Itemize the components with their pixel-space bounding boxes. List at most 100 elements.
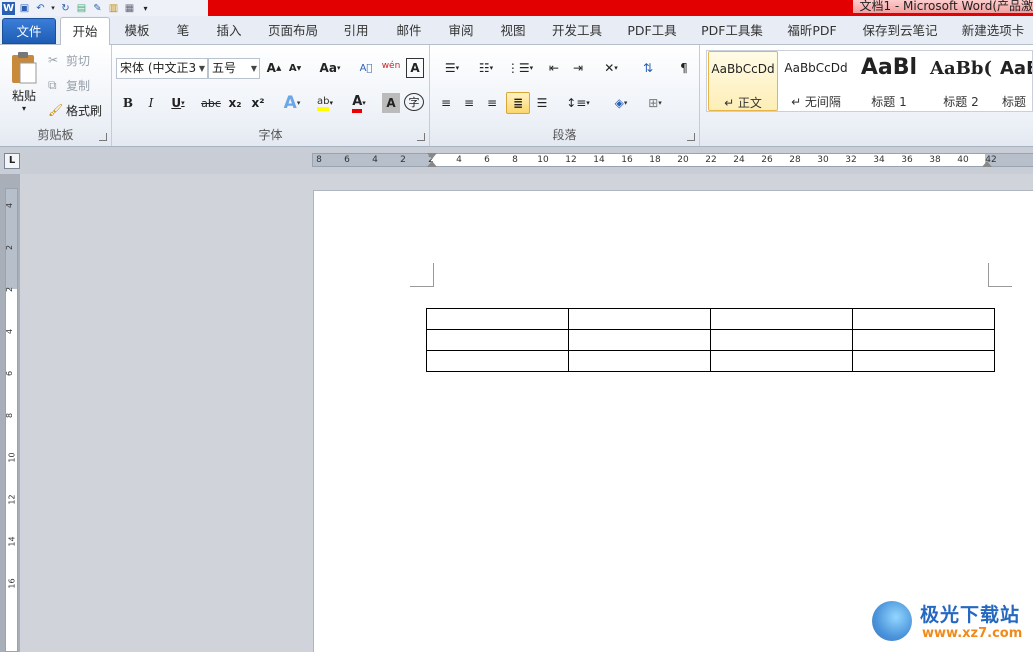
subscript-button[interactable]: x₂ — [225, 93, 245, 113]
distribute-icon[interactable]: ☰ — [532, 93, 552, 113]
character-shading-icon[interactable]: A — [382, 93, 400, 113]
tab-pdf-tools[interactable]: PDF工具 — [620, 17, 684, 45]
watermark-logo — [872, 601, 912, 641]
superscript-button[interactable]: x² — [248, 93, 268, 113]
grow-font-button[interactable]: A ▲ — [264, 58, 284, 78]
strikethrough-button[interactable]: abc — [200, 93, 222, 113]
tab-foxit-pdf[interactable]: 福昕PDF — [780, 17, 844, 45]
style-heading-1[interactable]: AaBl 标题 1 — [854, 51, 924, 111]
highlight-button[interactable]: ab ▾ — [310, 93, 340, 113]
bullets-icon[interactable]: ☰ ▾ — [438, 58, 466, 78]
multilevel-list-icon[interactable]: ⋮☰ ▾ — [506, 58, 534, 78]
paste-dropdown-icon[interactable]: ▾ — [18, 103, 30, 113]
undo-icon[interactable]: ↶ — [34, 2, 47, 15]
vertical-ruler[interactable]: 4 2 2 4 6 8 10 12 14 16 — [5, 188, 18, 652]
font-color-button[interactable]: A ▾ — [344, 93, 374, 113]
font-launcher-icon[interactable] — [417, 133, 425, 141]
enclose-characters-button[interactable]: 字 — [404, 93, 424, 111]
underline-button[interactable]: U ▾ — [164, 93, 192, 113]
style-sample: AaBbCcDd — [711, 62, 775, 76]
tab-pen[interactable]: 笔 — [168, 17, 198, 45]
align-right-icon[interactable]: ≡ — [482, 93, 502, 113]
font-name-select[interactable]: 宋体 (中文正3 ▼ — [116, 58, 208, 79]
text-effects-button[interactable]: A ▾ — [278, 93, 306, 113]
table-cell[interactable] — [568, 350, 711, 372]
style-title[interactable]: AaB 标题 — [998, 51, 1032, 111]
table-cell[interactable] — [426, 350, 569, 372]
image-icon[interactable]: ▥ — [107, 2, 120, 15]
tab-template[interactable]: 模板 — [117, 17, 157, 45]
numbering-icon[interactable]: ☷ ▾ — [472, 58, 500, 78]
style-name: 标题 1 — [871, 95, 907, 109]
align-left-icon[interactable]: ≡ — [436, 93, 456, 113]
horizontal-ruler[interactable]: 8 6 4 2 2 4 6 8 10 12 14 16 18 20 22 24 26 28 30 32 34 36 38 40… — [312, 153, 1033, 167]
tab-insert[interactable]: 插入 — [208, 17, 250, 45]
borders-icon[interactable]: ⊞ ▾ — [640, 93, 670, 113]
paragraph-launcher-icon[interactable] — [687, 133, 695, 141]
table-cell[interactable] — [568, 329, 711, 351]
paste-button[interactable]: 粘贴 — [4, 87, 44, 103]
ruler-tick-label: 14 — [593, 155, 605, 165]
chinese-layout-icon[interactable]: ✕ ▾ — [596, 58, 626, 78]
dropdown-icon[interactable]: ▾ — [50, 2, 56, 15]
table-cell[interactable] — [710, 329, 853, 351]
tab-developer[interactable]: 开发工具 — [544, 17, 610, 45]
bold-button[interactable]: B — [118, 93, 138, 113]
edit-icon[interactable]: ✎ — [91, 2, 104, 15]
tab-review[interactable]: 审阅 — [440, 17, 482, 45]
show-marks-icon[interactable]: ¶ — [674, 58, 694, 78]
style-normal[interactable]: AaBbCcDd ↵ 正文 — [708, 51, 778, 111]
table-cell[interactable] — [426, 308, 569, 330]
save-icon[interactable]: ▣ — [18, 2, 31, 15]
style-heading-2[interactable]: AaBb( 标题 2 — [926, 51, 996, 111]
change-case-button[interactable]: Aa ▾ — [316, 58, 344, 78]
paste-icon[interactable] — [6, 49, 42, 89]
customize-icon[interactable]: ▾ — [139, 2, 152, 15]
tab-view[interactable]: 视图 — [492, 17, 534, 45]
table-cell[interactable] — [852, 308, 995, 330]
decrease-indent-icon[interactable]: ⇤ — [544, 58, 564, 78]
clear-format-icon[interactable]: A⃠ — [356, 58, 376, 78]
increase-indent-icon[interactable]: ⇥ — [568, 58, 588, 78]
align-center-icon[interactable]: ≡ — [459, 93, 479, 113]
style-no-spacing[interactable]: AaBbCcDd ↵ 无间隔 — [780, 51, 852, 111]
table-cell[interactable] — [568, 308, 711, 330]
table-cell[interactable] — [852, 329, 995, 351]
format-painter-button[interactable]: 🖌 格式刷 — [48, 100, 110, 120]
italic-button[interactable]: I — [141, 93, 161, 113]
cut-button[interactable]: ✂ 剪切 — [48, 50, 108, 70]
table-cell[interactable] — [710, 350, 853, 372]
tab-mailings[interactable]: 邮件 — [388, 17, 430, 45]
document-table[interactable] — [426, 308, 995, 372]
sort-icon[interactable]: ⇅ — [638, 58, 658, 78]
font-size-select[interactable]: 五号 ▼ — [208, 58, 260, 79]
tab-file[interactable]: 文件 — [2, 18, 56, 44]
copy-button[interactable]: ⧉ 复制 — [48, 75, 108, 95]
table-cell[interactable] — [710, 308, 853, 330]
tab-pdf-toolset[interactable]: PDF工具集 — [694, 17, 770, 45]
pinyin-guide-button[interactable]: wén — [380, 56, 402, 76]
tab-save-to-cloud-note[interactable]: 保存到云笔记 — [853, 17, 947, 45]
document-page[interactable] — [313, 190, 1033, 652]
justify-icon[interactable]: ≣ — [506, 92, 530, 114]
character-border-button[interactable]: A — [406, 58, 424, 78]
clipboard-launcher-icon[interactable] — [99, 133, 107, 141]
table-cell[interactable] — [852, 350, 995, 372]
right-indent-icon[interactable] — [982, 161, 992, 167]
first-line-indent-icon[interactable] — [427, 153, 437, 159]
tab-references[interactable]: 引用 — [335, 17, 377, 45]
tab-selector-icon[interactable]: L — [4, 153, 20, 169]
shading-icon[interactable]: ◈ ▾ — [606, 93, 636, 113]
tab-new[interactable]: 新建选项卡 — [956, 17, 1030, 45]
table-icon[interactable]: ▦ — [123, 2, 136, 15]
hanging-indent-icon[interactable] — [427, 161, 437, 167]
shrink-font-button[interactable]: A ▼ — [286, 58, 304, 78]
print-preview-icon[interactable]: ▤ — [75, 2, 88, 15]
tab-page-layout[interactable]: 页面布局 — [262, 17, 324, 45]
line-spacing-icon[interactable]: ↕≡ ▾ — [564, 93, 592, 113]
ruler-tick-label: 32 — [845, 155, 857, 165]
redo-icon[interactable]: ↻ — [59, 2, 72, 15]
table-cell[interactable] — [426, 329, 569, 351]
tab-home[interactable]: 开始 — [60, 17, 110, 46]
word-icon[interactable]: W — [2, 1, 15, 15]
